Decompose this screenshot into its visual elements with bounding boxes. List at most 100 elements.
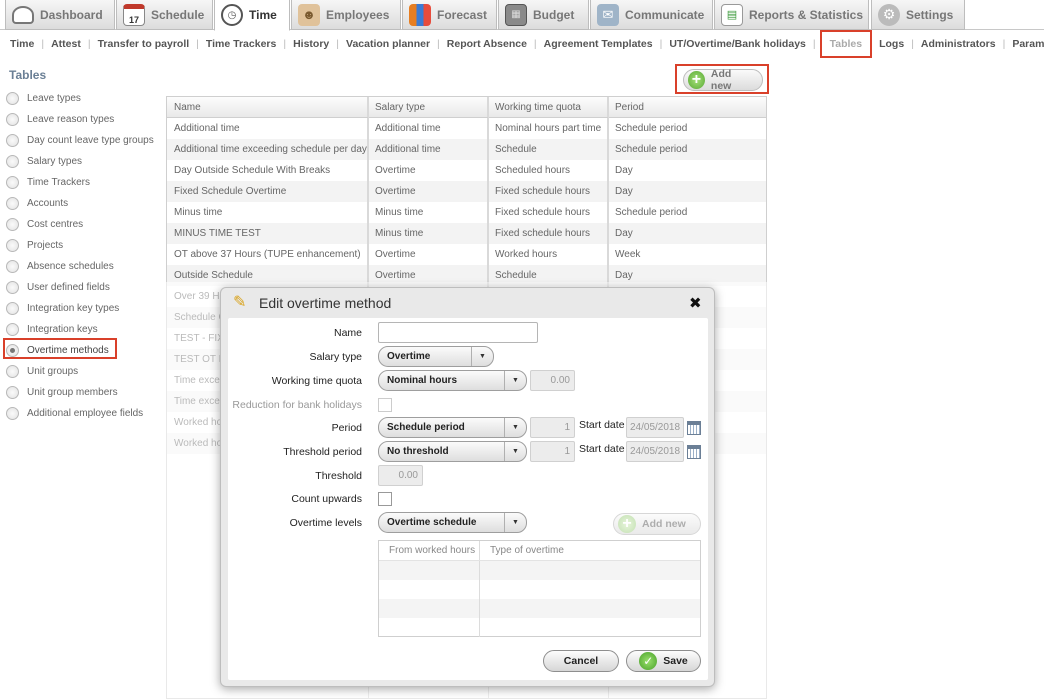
table-row[interactable]: Minus time Minus time Fixed schedule hours… [167, 202, 766, 223]
sidebar-item-label: Projects [27, 240, 64, 251]
subnav-parameters[interactable]: Parameters [1007, 38, 1044, 50]
levels-grid-row [379, 618, 700, 637]
employees-icon: ☻ [298, 3, 320, 26]
table-row[interactable]: MINUS TIME TEST Minus time Fixed schedule … [167, 223, 766, 244]
add-new-button[interactable]: + Add new [683, 68, 763, 92]
overtime-levels-value: Overtime schedule [387, 517, 477, 528]
name-field[interactable] [378, 322, 538, 343]
bar-chart-icon [409, 3, 431, 26]
cell-period: Day [615, 165, 633, 176]
table-row[interactable]: OT above 37 Hours (TUPE enhancement) Over… [167, 244, 766, 265]
cancel-button[interactable]: Cancel [543, 650, 619, 672]
tab-label: Budget [533, 7, 575, 22]
sidebar-item-accounts[interactable]: Accounts [6, 193, 166, 214]
subnav-agreement-templates[interactable]: Agreement Templates [539, 38, 658, 50]
table-row[interactable]: Fixed Schedule Overtime Overtime Fixed sch… [167, 181, 766, 202]
chevron-down-icon: ▼ [504, 442, 526, 461]
period-select[interactable]: Schedule period ▼ [378, 417, 527, 438]
radio-icon [6, 197, 19, 210]
threshold-start-date-label: Start date [579, 443, 625, 455]
table-row[interactable]: Day Outside Schedule With Breaks Overtime… [167, 160, 766, 181]
sidebar-item-unit-groups[interactable]: Unit groups [6, 361, 166, 382]
tab-forecast[interactable]: Forecast [402, 0, 497, 30]
subnav-attest[interactable]: Attest [46, 38, 86, 50]
add-new-highlight: + Add new [675, 64, 769, 94]
sidebar-item-leave-reason-types[interactable]: Leave reason types [6, 109, 166, 130]
subnav-vacation-planner[interactable]: Vacation planner [341, 38, 435, 50]
tab-budget[interactable]: ▦ Budget [498, 0, 589, 30]
table-row[interactable]: Additional time exceeding schedule per d… [167, 139, 766, 160]
salary-type-select[interactable]: Overtime ▼ [378, 346, 494, 367]
sidebar-item-integration-key-types[interactable]: Integration key types [6, 298, 166, 319]
period-count-field: 1 [530, 417, 575, 438]
sidebar-item-absence-schedules[interactable]: Absence schedules [6, 256, 166, 277]
calendar-icon[interactable] [687, 445, 701, 459]
sidebar-item-overtime-methods[interactable]: Overtime methods [3, 338, 166, 361]
tab-communicate[interactable]: ✉ Communicate [590, 0, 713, 30]
tab-time[interactable]: ◷ Time [214, 0, 290, 31]
column-header-period[interactable]: Period [608, 97, 766, 117]
table-row[interactable]: Additional time Additional time Nominal ho… [167, 118, 766, 139]
radio-icon [6, 218, 19, 231]
subnav-time-trackers[interactable]: Time Trackers [201, 38, 281, 50]
save-label: Save [663, 655, 688, 667]
count-upwards-label: Count upwards [291, 493, 362, 505]
chevron-down-icon: ▼ [504, 513, 526, 532]
sidebar-item-unit-group-members[interactable]: Unit group members [6, 382, 166, 403]
close-icon[interactable]: ✖ [689, 294, 702, 312]
column-header-salary-type[interactable]: Salary type [368, 97, 488, 117]
subnav-ut-overtime-bank-holidays[interactable]: UT/Overtime/Bank holidays [664, 38, 811, 50]
chevron-down-icon: ▼ [504, 371, 526, 390]
edit-icon: ✎ [233, 294, 247, 311]
levels-grid-row [379, 580, 700, 599]
sidebar-item-projects[interactable]: Projects [6, 235, 166, 256]
tab-dashboard[interactable]: Dashboard [5, 0, 115, 30]
calendar-icon[interactable] [687, 421, 701, 435]
add-level-label: Add new [642, 518, 686, 530]
column-header-from-worked-hours: From worked hours [379, 541, 480, 560]
subnav-history[interactable]: History [288, 38, 334, 50]
column-header-name[interactable]: Name [167, 97, 368, 117]
radio-icon [6, 92, 19, 105]
chevron-down-icon: ▼ [471, 347, 493, 366]
tab-label: Reports & Statistics [749, 7, 864, 22]
subnav-time[interactable]: Time [5, 38, 39, 50]
sidebar-item-label: User defined fields [27, 282, 110, 293]
sidebar-item-cost-centres[interactable]: Cost centres [6, 214, 166, 235]
subnav-administrators[interactable]: Administrators [916, 38, 1001, 50]
tab-schedule[interactable]: 17 Schedule [116, 0, 213, 30]
tab-employees[interactable]: ☻ Employees [291, 0, 401, 30]
subnav-tables[interactable]: Tables [819, 30, 873, 58]
threshold-start-date-field: 24/05/2018 [626, 441, 684, 462]
threshold-period-select[interactable]: No threshold ▼ [378, 441, 527, 462]
tab-reports-statistics[interactable]: ▤ Reports & Statistics [714, 0, 869, 30]
sidebar-item-leave-types[interactable]: Leave types [6, 88, 166, 109]
gear-icon: ⚙ [878, 3, 900, 26]
working-time-quota-select[interactable]: Nominal hours ▼ [378, 370, 527, 391]
save-button[interactable]: ✓ Save [626, 650, 701, 672]
column-header-working-time-quota[interactable]: Working time quota [488, 97, 608, 117]
tab-label: Settings [906, 7, 954, 22]
subnav-report-absence[interactable]: Report Absence [442, 38, 532, 50]
sidebar-item-salary-types[interactable]: Salary types [6, 151, 166, 172]
sidebar-item-additional-employee-fields[interactable]: Additional employee fields [6, 403, 166, 424]
sidebar-item-label: Integration keys [27, 324, 98, 335]
sidebar-item-time-trackers[interactable]: Time Trackers [6, 172, 166, 193]
chevron-down-icon: ▼ [504, 418, 526, 437]
sidebar-item-integration-keys[interactable]: Integration keys [6, 319, 166, 340]
column-header-type-of-overtime: Type of overtime [490, 545, 564, 556]
report-icon: ▤ [721, 3, 743, 26]
tab-label: Schedule [151, 7, 205, 22]
sidebar-item-day-count-leave-type-groups[interactable]: Day count leave type groups [6, 130, 166, 151]
radio-icon [6, 386, 19, 399]
add-level-button[interactable]: + Add new [613, 513, 701, 535]
count-upwards-checkbox[interactable] [378, 492, 392, 506]
cell-working-time-quota: Fixed schedule hours [488, 223, 608, 244]
sidebar-item-user-defined-fields[interactable]: User defined fields [6, 277, 166, 298]
overtime-levels-select[interactable]: Overtime schedule ▼ [378, 512, 527, 533]
subnav-logs[interactable]: Logs [874, 38, 909, 50]
cell-salary-type: Minus time [368, 202, 488, 223]
subnav-transfer-to-payroll[interactable]: Transfer to payroll [93, 38, 195, 50]
radio-icon [6, 239, 19, 252]
tab-settings[interactable]: ⚙ Settings [871, 0, 965, 30]
